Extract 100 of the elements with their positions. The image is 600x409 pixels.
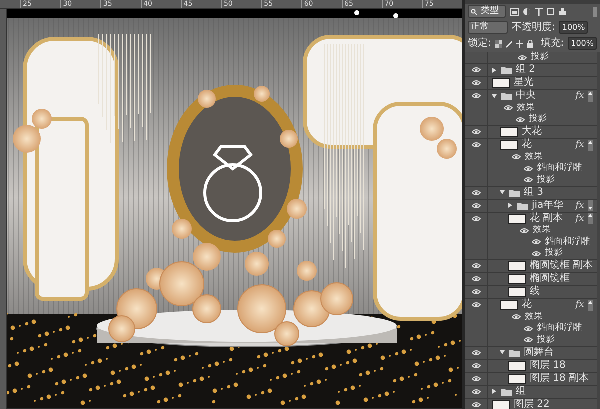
eye-icon[interactable] [524, 177, 533, 183]
circle-filter-icon[interactable] [523, 8, 531, 16]
layer-row[interactable]: 圆舞台 [465, 346, 598, 359]
effect-name: 斜面和浮雕 [537, 163, 582, 174]
eye-icon[interactable] [472, 350, 480, 356]
lock-icon[interactable] [527, 40, 533, 48]
effects-toggle-icon[interactable] [588, 213, 594, 224]
eye-icon[interactable] [472, 289, 480, 296]
disclosure-triangle-icon[interactable] [492, 94, 497, 99]
disclosure-triangle-icon[interactable] [492, 68, 497, 73]
effects-label: 效果 [525, 152, 543, 162]
eye-icon[interactable] [472, 376, 480, 382]
layer-row[interactable]: 花 fx [465, 138, 598, 152]
layer-row[interactable]: 大花 [465, 125, 598, 138]
effects-toggle-icon[interactable] [588, 300, 594, 311]
eye-icon[interactable] [524, 326, 533, 332]
eye-icon[interactable] [472, 263, 480, 270]
blend-mode-dropdown[interactable]: 正常 [468, 21, 508, 34]
type-filter-icon[interactable] [535, 8, 543, 16]
eye-icon[interactable] [472, 190, 480, 196]
effects-toggle-icon[interactable] [588, 140, 594, 151]
layer-row[interactable]: 组 3 [465, 186, 598, 199]
eye-icon[interactable] [472, 362, 480, 369]
layer-row[interactable]: 图层 18 副本 [465, 372, 598, 385]
effect-name: 投影 [545, 248, 563, 259]
effect-name: 投影 [529, 114, 547, 125]
layer-name: 组 [516, 386, 526, 398]
layer-row[interactable]: 图层 22 [465, 398, 598, 409]
effect-name: 投影 [537, 174, 555, 186]
eye-icon[interactable] [524, 166, 533, 172]
layer-name: 组 2 [516, 64, 536, 76]
layer-row[interactable]: 组 2 [465, 63, 598, 76]
eye-icon[interactable] [472, 142, 480, 148]
layer-name: 组 3 [524, 186, 544, 199]
eye-icon[interactable] [516, 116, 525, 122]
eye-icon[interactable] [472, 216, 480, 222]
lock-label: 锁定: [468, 38, 492, 50]
layer-thumbnail [492, 78, 510, 88]
layer-row[interactable]: 椭圆镜框 [465, 272, 598, 286]
effect-name: 斜面和浮雕 [545, 236, 590, 248]
effects-label: 效果 [533, 225, 551, 236]
layer-row[interactable]: 中央 fx [465, 89, 598, 102]
disclosure-triangle-icon[interactable] [500, 190, 505, 196]
layer-row[interactable]: 线 [465, 285, 598, 298]
effects-label: 效果 [517, 102, 535, 114]
eye-icon[interactable] [472, 276, 480, 282]
eye-icon[interactable] [472, 388, 480, 395]
eye-icon[interactable] [472, 80, 480, 86]
filter-dropdown[interactable]: 类型 [468, 5, 506, 18]
disclosure-triangle-icon[interactable] [500, 350, 505, 356]
fill-field[interactable]: 100% [568, 37, 597, 50]
eye-icon[interactable] [472, 67, 480, 74]
layer-name: 大花 [522, 126, 542, 138]
eye-icon[interactable] [512, 314, 521, 320]
search-icon [471, 8, 477, 15]
opacity-label: 不透明度: [512, 22, 556, 34]
eye-icon[interactable] [532, 250, 541, 256]
eye-icon[interactable] [520, 228, 529, 234]
layer-row[interactable]: 图层 18 [465, 358, 598, 372]
layer-name: 花 副本 [530, 212, 564, 225]
effect-name: 斜面和浮雕 [537, 323, 582, 334]
disclosure-triangle-icon[interactable] [508, 203, 513, 208]
eye-icon[interactable] [472, 202, 480, 209]
fill-label: 填充: [540, 38, 564, 50]
effect-name: 投影 [531, 52, 549, 63]
eye-icon[interactable] [504, 105, 513, 111]
filter-toggle-icon[interactable] [593, 6, 597, 17]
effects-toggle-icon[interactable] [588, 90, 594, 102]
layer-row[interactable]: 组 [465, 384, 598, 398]
layer-row[interactable]: 花 fx [465, 298, 598, 312]
lock-pixels-icon[interactable] [495, 40, 502, 48]
effects-label: 效果 [525, 312, 543, 322]
layer-row[interactable]: 星光 [465, 76, 598, 90]
layer-name: 星光 [514, 77, 534, 90]
layer-row[interactable]: jia年华 fx [465, 198, 598, 212]
image-filter-icon[interactable] [510, 8, 519, 16]
layer-name: 椭圆镜框 副本 [530, 260, 594, 272]
eye-icon[interactable] [512, 154, 521, 160]
shape-filter-icon[interactable] [547, 8, 555, 16]
eye-icon[interactable] [524, 337, 533, 343]
layer-row[interactable]: 花 副本 fx [465, 212, 598, 225]
eye-icon[interactable] [532, 239, 541, 245]
layer-name: 图层 18 [530, 360, 566, 372]
layer-row[interactable]: 椭圆镜框 副本 [465, 259, 598, 272]
eye-icon[interactable] [472, 402, 480, 408]
eye-icon[interactable] [472, 93, 480, 100]
eye-icon[interactable] [472, 302, 480, 308]
move-icon[interactable] [516, 40, 524, 48]
effects-toggle-icon[interactable] [588, 200, 594, 212]
fx-label: fx [576, 200, 584, 212]
eye-icon[interactable] [518, 54, 527, 60]
stamp-filter-icon[interactable] [559, 8, 567, 16]
eye-icon[interactable] [472, 129, 480, 136]
fx-label: fx [576, 299, 584, 312]
layer-thumbnail [508, 360, 526, 371]
brush-icon[interactable] [506, 40, 512, 48]
layer-thumbnail [500, 127, 518, 138]
layer-name: 椭圆镜框 [530, 273, 570, 286]
disclosure-triangle-icon[interactable] [492, 389, 497, 394]
opacity-field[interactable]: 100% [559, 21, 588, 34]
